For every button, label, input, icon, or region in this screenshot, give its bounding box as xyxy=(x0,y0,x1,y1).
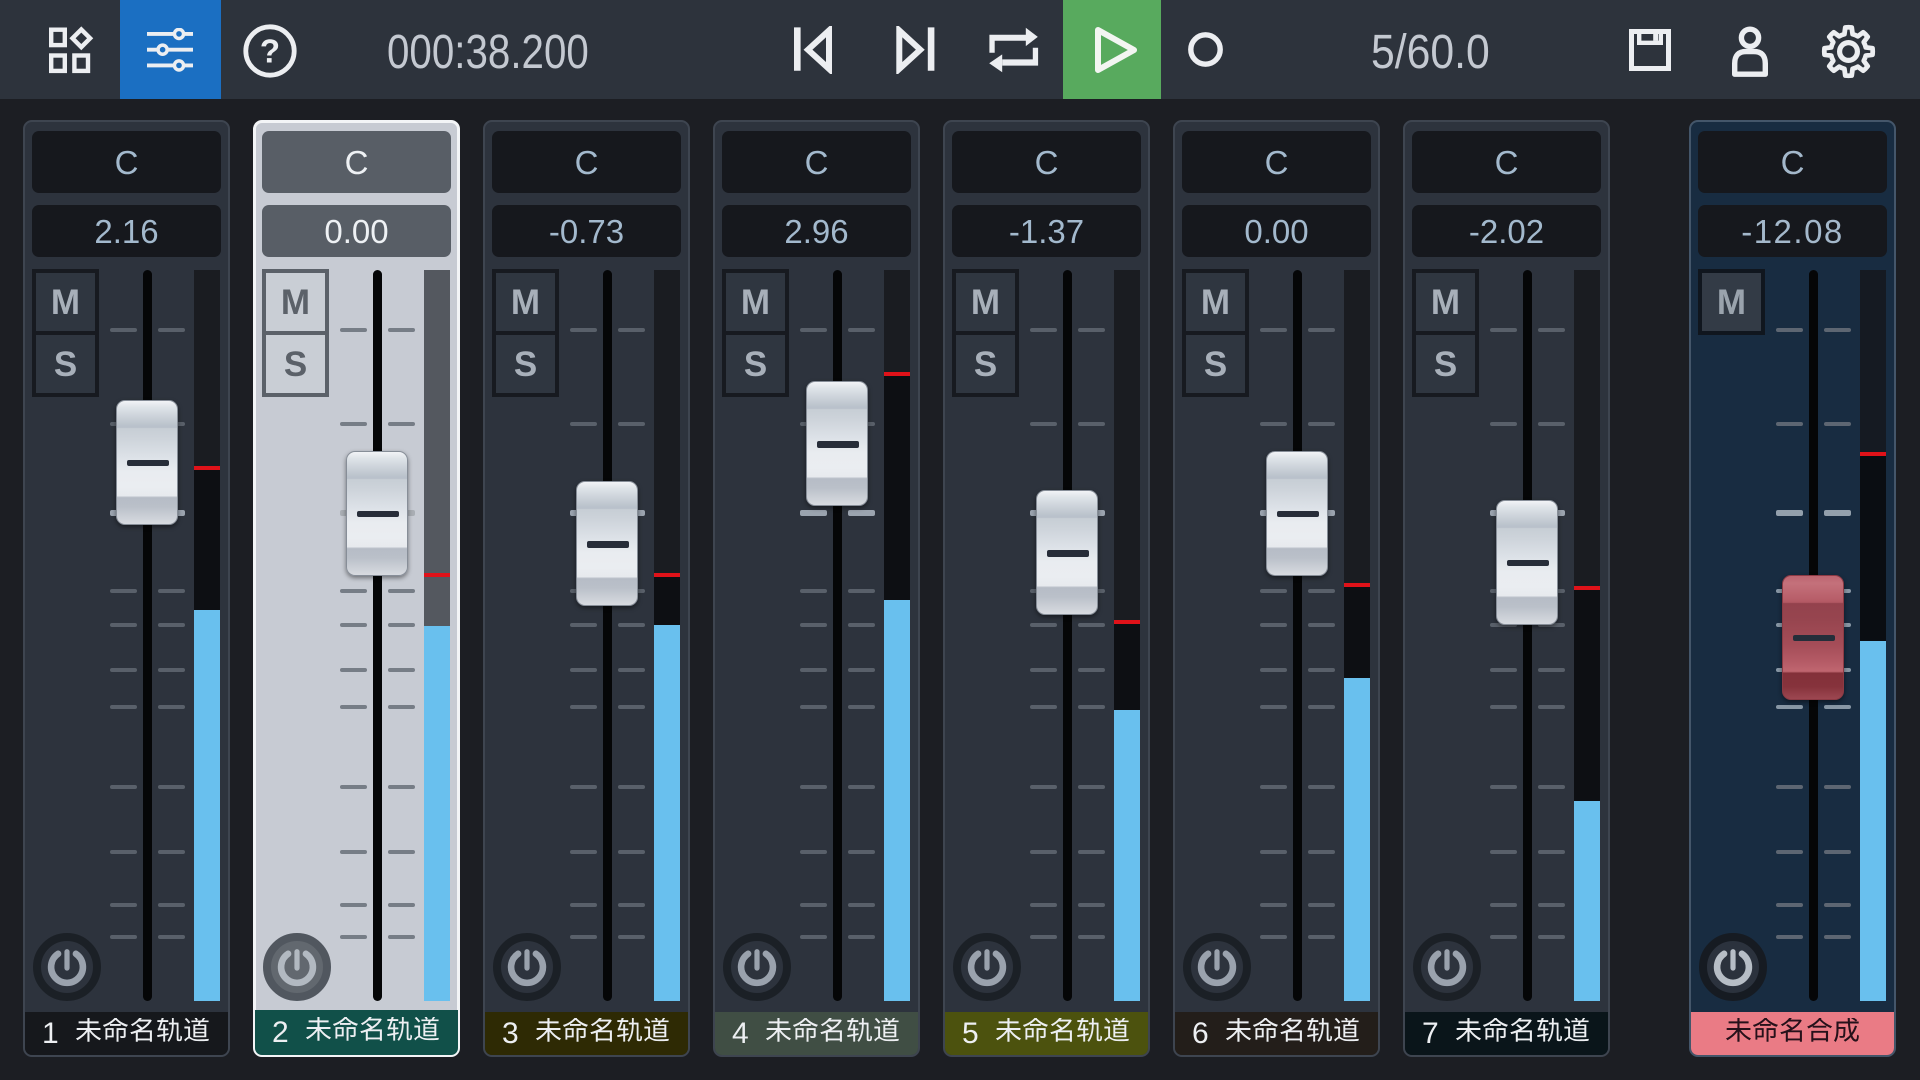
svg-text:?: ? xyxy=(260,32,280,69)
